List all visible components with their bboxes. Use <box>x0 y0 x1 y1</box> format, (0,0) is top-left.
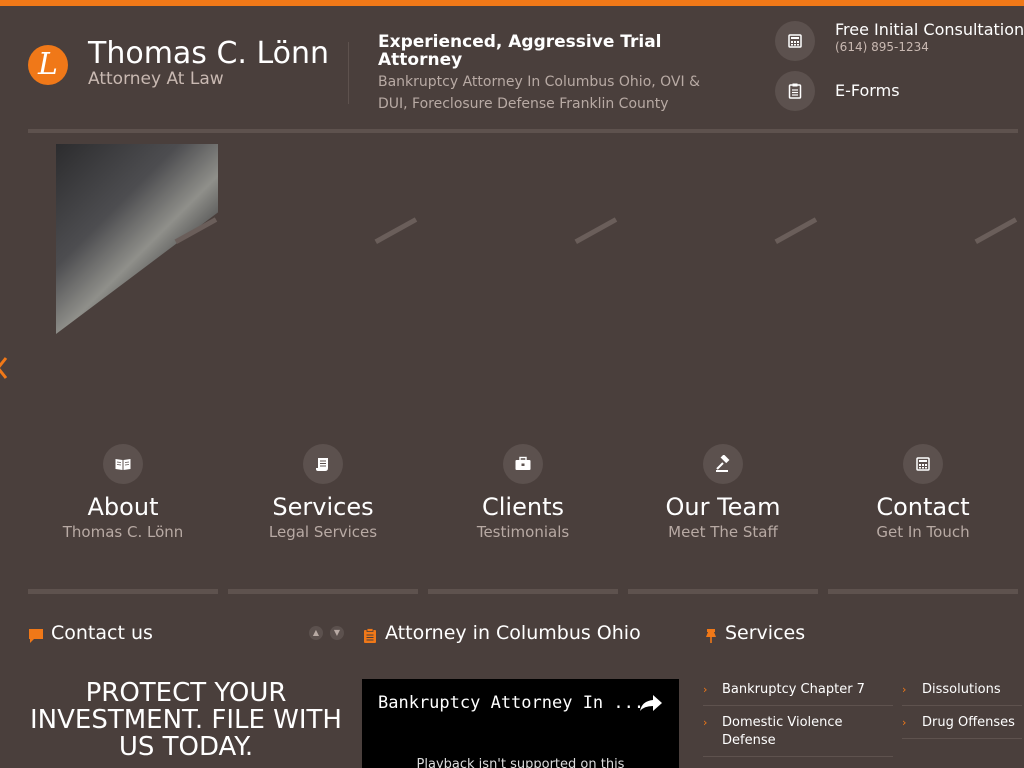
service-separator <box>902 738 1022 739</box>
site-subtitle: Attorney At Law <box>88 69 224 89</box>
pushpin-icon <box>706 629 716 643</box>
nav-subtitle: Thomas C. Lönn <box>62 523 184 541</box>
eforms-label[interactable]: E-Forms <box>835 81 900 100</box>
video-heading: Attorney in Columbus Ohio <box>385 622 641 644</box>
video-title[interactable]: Bankruptcy Attorney In ... <box>378 693 644 713</box>
tile-decoration <box>374 217 418 244</box>
chevron-right-icon: › <box>902 683 907 696</box>
phone-icon <box>788 34 802 48</box>
nav-subtitle: Legal Services <box>268 523 378 541</box>
slide-tile-pen[interactable] <box>228 144 418 334</box>
nav-title[interactable]: Contact <box>828 493 1018 521</box>
video-playback-message: Playback isn't supported on this <box>416 757 625 768</box>
nav-icon-circle <box>103 444 143 484</box>
carousel-up-button[interactable]: ▲ <box>309 626 323 640</box>
nav-divider <box>228 589 418 594</box>
clipboard-icon <box>788 83 802 99</box>
nav-icon-circle <box>503 444 543 484</box>
chevron-right-icon: › <box>703 683 708 696</box>
tile-decoration <box>574 217 618 244</box>
clipboard-icon <box>364 628 376 643</box>
consultation-button[interactable] <box>775 21 815 61</box>
video-player[interactable]: Bankruptcy Attorney In ... Playback isn'… <box>362 679 679 768</box>
service-link-drug-offenses[interactable]: Drug Offenses <box>922 714 1022 732</box>
tile-decoration <box>774 217 818 244</box>
logo-badge[interactable]: L <box>28 45 68 85</box>
service-separator <box>703 756 893 757</box>
nav-icon-circle <box>703 444 743 484</box>
nav-services[interactable]: Services Legal Services <box>228 444 418 541</box>
header-rule <box>28 129 1018 133</box>
carousel-down-button[interactable]: ▼ <box>330 626 344 640</box>
nav-subtitle: Get In Touch <box>876 523 970 541</box>
service-separator <box>902 705 1022 706</box>
eforms-button[interactable] <box>775 71 815 111</box>
consultation-phone: (614) 895-1234 <box>835 40 929 54</box>
phone-icon <box>916 457 930 471</box>
slide-tile-suit[interactable] <box>28 144 218 334</box>
nav-title[interactable]: Services <box>228 493 418 521</box>
nav-icon-circle <box>303 444 343 484</box>
nav-subtitle: Testimonials <box>476 523 570 541</box>
contact-heading: Contact us <box>51 622 153 644</box>
service-separator <box>703 705 893 706</box>
chevron-right-icon: › <box>902 716 907 729</box>
nav-title[interactable]: About <box>28 493 218 521</box>
nav-divider <box>628 589 818 594</box>
nav-divider <box>828 589 1018 594</box>
service-link-bankruptcy[interactable]: Bankruptcy Chapter 7 <box>722 681 892 699</box>
book-icon <box>115 459 131 470</box>
scroll-icon <box>316 458 328 471</box>
nav-title[interactable]: Our Team <box>628 493 818 521</box>
briefcase-icon <box>515 456 531 470</box>
nav-icon-circle <box>903 444 943 484</box>
tagline-description: Bankruptcy Attorney In Columbus Ohio, OV… <box>378 74 700 112</box>
services-heading: Services <box>725 622 806 644</box>
slide-tile-phone[interactable] <box>828 144 1018 334</box>
nav-title[interactable]: Clients <box>428 493 618 521</box>
tagline-title: Experienced, Aggressive Trial Attorney <box>378 32 662 70</box>
nav-divider <box>28 589 218 594</box>
tile-decoration <box>974 217 1018 244</box>
top-accent-bar <box>0 0 1024 6</box>
nav-contact[interactable]: Contact Get In Touch <box>828 444 1018 541</box>
nav-subtitle: Meet The Staff <box>668 523 778 541</box>
service-link-domestic-violence[interactable]: Domestic Violence Defense <box>722 714 887 750</box>
slide-tile-watch[interactable] <box>628 144 818 334</box>
gavel-icon <box>716 455 730 472</box>
slider-prev-arrow-icon[interactable] <box>0 356 8 380</box>
header-divider <box>348 42 349 104</box>
consultation-label[interactable]: Free Initial Consultation <box>835 20 1024 39</box>
site-title[interactable]: Thomas C. Lönn <box>88 36 329 71</box>
chevron-right-icon: › <box>703 716 708 729</box>
nav-clients[interactable]: Clients Testimonials <box>428 444 618 541</box>
nav-about[interactable]: About Thomas C. Lönn <box>28 444 218 541</box>
promo-text: PROTECT YOUR INVESTMENT. FILE WITH US TO… <box>30 678 342 762</box>
slide-tile-documents[interactable] <box>428 144 618 334</box>
service-link-dissolutions[interactable]: Dissolutions <box>922 681 1022 699</box>
nav-divider <box>428 589 618 594</box>
speech-bubble-icon <box>29 629 43 643</box>
nav-our-team[interactable]: Our Team Meet The Staff <box>628 444 818 541</box>
share-icon[interactable] <box>638 693 664 713</box>
suit-tie-photo <box>56 144 218 334</box>
